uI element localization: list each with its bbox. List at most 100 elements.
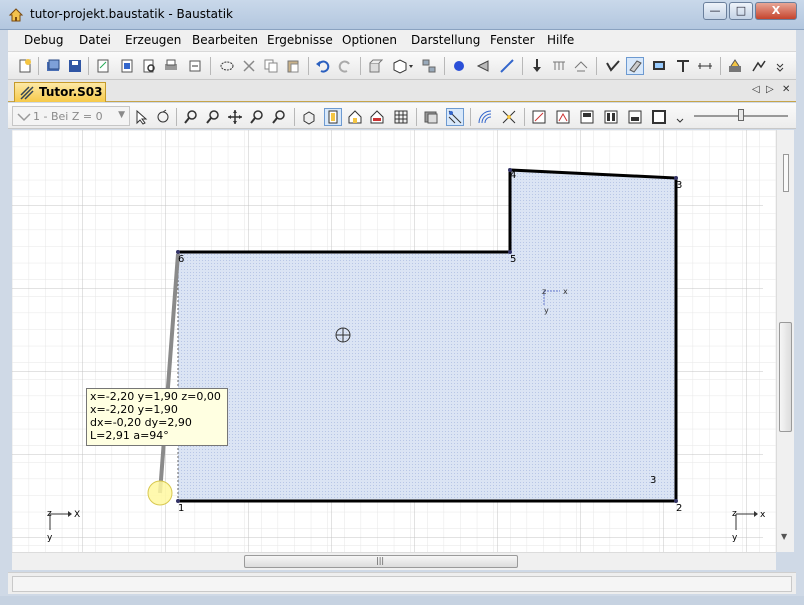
rotate-view-icon[interactable] bbox=[154, 108, 172, 126]
cube-view-dropdown-icon[interactable] bbox=[390, 57, 416, 75]
toolbar-separator bbox=[522, 57, 523, 75]
print-icon[interactable] bbox=[162, 57, 180, 75]
view-preset-2-icon[interactable] bbox=[554, 108, 572, 126]
toolbar-overflow-icon[interactable] bbox=[674, 108, 686, 126]
text-label-icon[interactable] bbox=[674, 57, 692, 75]
menu-debug[interactable]: Debug bbox=[24, 33, 63, 47]
node-label: 3 bbox=[676, 180, 682, 191]
undo-icon[interactable] bbox=[314, 57, 332, 75]
toolbar-separator bbox=[88, 57, 89, 75]
page-setup-icon[interactable] bbox=[94, 57, 112, 75]
drawing-canvas[interactable]: 1 2 3 4 5 6 3 z x y z X y z x y x=-2,20 … bbox=[12, 130, 776, 552]
menu-optionen[interactable]: Optionen bbox=[342, 33, 397, 47]
new-document-icon[interactable] bbox=[16, 57, 34, 75]
window-title: tutor-projekt.baustatik - Baustatik bbox=[30, 7, 233, 21]
toolbar-separator bbox=[294, 108, 295, 126]
structure-drawing[interactable]: 1 2 3 4 5 6 3 z x y z X y z x y bbox=[12, 130, 776, 552]
isometric-view-icon[interactable] bbox=[300, 108, 318, 126]
save-icon[interactable] bbox=[66, 57, 84, 75]
paste-icon[interactable] bbox=[284, 57, 302, 75]
area-load-icon[interactable] bbox=[572, 57, 590, 75]
network-icon[interactable] bbox=[420, 57, 438, 75]
zoom-out-icon[interactable] bbox=[204, 108, 222, 126]
grid-icon[interactable] bbox=[392, 108, 410, 126]
axis-y-label: y bbox=[732, 533, 738, 543]
view-preset-5-icon[interactable] bbox=[626, 108, 644, 126]
axis-x-label: X bbox=[74, 510, 80, 520]
results-icon[interactable] bbox=[750, 57, 768, 75]
tab-scroll-left-icon[interactable]: ◁ bbox=[752, 84, 760, 95]
tab-tutor-s03[interactable]: Tutor.S03 bbox=[14, 82, 106, 102]
zoom-slider-thumb[interactable] bbox=[738, 109, 744, 121]
view-preset-3-icon[interactable] bbox=[578, 108, 596, 126]
scroll-down-icon[interactable]: ▼ bbox=[781, 532, 787, 541]
tab-scroll-right-icon[interactable]: ▷ bbox=[766, 84, 774, 95]
menu-hilfe[interactable]: Hilfe bbox=[547, 33, 574, 47]
lasso-select-icon[interactable] bbox=[218, 57, 236, 75]
print-preview-icon[interactable] bbox=[140, 57, 158, 75]
main-toolbar bbox=[8, 52, 796, 80]
menu-fenster[interactable]: Fenster bbox=[490, 33, 535, 47]
redo-icon[interactable] bbox=[336, 57, 354, 75]
open-project-icon[interactable] bbox=[44, 57, 62, 75]
line-load-icon[interactable] bbox=[550, 57, 568, 75]
toolbar-separator bbox=[416, 108, 417, 126]
plate-tool-icon[interactable] bbox=[626, 57, 644, 75]
node-label: 6 bbox=[178, 254, 184, 265]
mesh-icon[interactable] bbox=[500, 108, 518, 126]
title-bar: tutor-projekt.baustatik - Baustatik — □ … bbox=[0, 0, 804, 30]
menu-ergebnisse[interactable]: Ergebnisse bbox=[267, 33, 333, 47]
menu-bearbeiten[interactable]: Bearbeiten bbox=[192, 33, 258, 47]
tooltip-line: x=-2,20 y=1,90 bbox=[90, 403, 178, 416]
copy-icon[interactable] bbox=[262, 57, 280, 75]
view-3d-box-icon[interactable] bbox=[366, 57, 384, 75]
top-view-icon[interactable] bbox=[324, 108, 342, 126]
tooltip-line: x=-2,20 y=1,90 z=0,00 bbox=[90, 390, 221, 403]
horizontal-scrollbar[interactable]: ||| bbox=[12, 552, 776, 570]
zoom-in-icon[interactable] bbox=[182, 108, 200, 126]
zoom-window-icon[interactable] bbox=[248, 108, 266, 126]
toolbar-separator bbox=[38, 57, 39, 75]
zoom-all-icon[interactable] bbox=[270, 108, 288, 126]
dimension-icon[interactable] bbox=[696, 57, 714, 75]
print-preview-page-icon[interactable] bbox=[118, 57, 136, 75]
calculate-icon[interactable] bbox=[726, 57, 744, 75]
display-icon[interactable] bbox=[650, 57, 668, 75]
close-button[interactable]: X bbox=[755, 2, 797, 20]
view-preset-1-icon[interactable] bbox=[530, 108, 548, 126]
axis-z-label: z bbox=[47, 509, 52, 519]
pan-icon[interactable] bbox=[226, 108, 244, 126]
axis-z-label: z bbox=[732, 509, 737, 519]
view-preset-4-icon[interactable] bbox=[602, 108, 620, 126]
menu-bar: Debug Datei Erzeugen Bearbeiten Ergebnis… bbox=[8, 30, 796, 52]
layer-icon bbox=[17, 113, 31, 122]
vertical-scroll-thumb[interactable] bbox=[779, 322, 792, 432]
front-view-icon[interactable] bbox=[346, 108, 364, 126]
menu-darstellung[interactable]: Darstellung bbox=[411, 33, 480, 47]
line-tool-icon[interactable] bbox=[498, 57, 516, 75]
view-preset-6-icon[interactable] bbox=[650, 108, 668, 126]
tab-close-icon[interactable]: ✕ bbox=[782, 84, 790, 95]
side-view-icon[interactable] bbox=[368, 108, 386, 126]
layer-select[interactable]: 1 - Bei Z = 0 ▼ bbox=[12, 106, 130, 126]
maximize-button[interactable]: □ bbox=[729, 2, 753, 20]
point-load-icon[interactable] bbox=[528, 57, 546, 75]
pointer-select-icon[interactable] bbox=[132, 108, 150, 126]
minimize-button[interactable]: — bbox=[703, 2, 727, 20]
vertical-scrollbar[interactable]: ▼ bbox=[776, 130, 794, 552]
scroll-split-handle[interactable] bbox=[783, 154, 789, 192]
render-mode-icon[interactable] bbox=[422, 108, 440, 126]
checkmark-icon[interactable] bbox=[604, 57, 622, 75]
node-label: 4 bbox=[510, 170, 516, 181]
menu-erzeugen[interactable]: Erzeugen bbox=[125, 33, 181, 47]
layer-select-value: 1 - Bei Z = 0 bbox=[33, 110, 103, 123]
toolbar-overflow-icon[interactable] bbox=[774, 57, 786, 75]
menu-datei[interactable]: Datei bbox=[79, 33, 111, 47]
node-point-icon[interactable] bbox=[450, 57, 468, 75]
window-bottom-edge bbox=[0, 596, 804, 605]
export-icon[interactable] bbox=[186, 57, 204, 75]
cut-icon[interactable] bbox=[240, 57, 258, 75]
snap-icon[interactable] bbox=[446, 108, 464, 126]
support-icon[interactable] bbox=[474, 57, 492, 75]
contour-icon[interactable] bbox=[476, 108, 494, 126]
